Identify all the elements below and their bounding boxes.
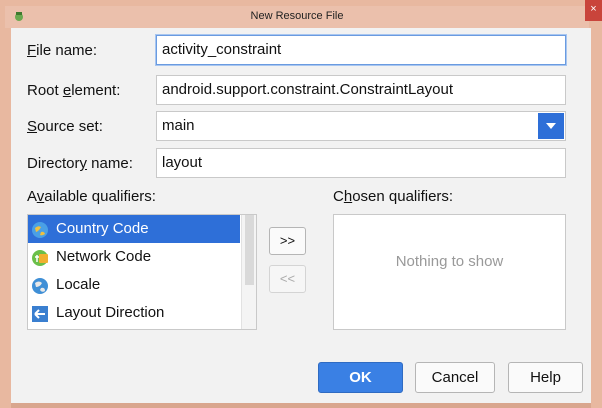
available-qualifiers-list[interactable]: Country Code Network Code Locale Layout … (27, 214, 257, 330)
list-item-locale[interactable]: Locale (28, 271, 240, 299)
root-element-label: Root element: (27, 82, 121, 99)
close-button[interactable]: × (585, 0, 602, 21)
directory-name-input[interactable]: layout (156, 148, 566, 178)
qualifiers-scrollbar[interactable] (241, 215, 256, 329)
scrollbar-thumb[interactable] (245, 215, 254, 285)
ok-button[interactable]: OK (318, 362, 403, 393)
source-set-value: main (162, 117, 195, 134)
help-button[interactable]: Help (508, 362, 583, 393)
dialog-bottom-border (11, 403, 591, 408)
source-set-dropdown[interactable]: main (156, 111, 566, 141)
source-set-label: Source set: (27, 118, 103, 135)
file-name-input[interactable]: activity_constraint (156, 35, 566, 65)
file-name-label: File name: (27, 42, 98, 59)
layout-direction-icon (32, 306, 48, 322)
dropdown-arrow-icon[interactable] (538, 113, 564, 139)
list-item-label: Network Code (56, 248, 152, 265)
dialog-body: File name: activity_constraint Root elem… (11, 28, 591, 403)
remove-qualifier-button[interactable]: << (269, 265, 306, 293)
list-item-label: Layout Direction (56, 304, 165, 321)
country-code-icon (32, 222, 48, 238)
list-item-layout-direction[interactable]: Layout Direction (28, 299, 240, 327)
directory-name-label: Directory name: (27, 155, 133, 172)
network-code-icon (32, 250, 48, 266)
add-qualifier-button[interactable]: >> (269, 227, 306, 255)
available-qualifiers-label: Available qualifiers: (27, 188, 156, 205)
list-item-label: Locale (56, 276, 101, 293)
chosen-qualifiers-label: Chosen qualifiers: (333, 188, 454, 205)
locale-icon (32, 278, 48, 294)
cancel-button[interactable]: Cancel (415, 362, 495, 393)
title-bar[interactable]: New Resource File (5, 6, 589, 28)
root-element-input[interactable]: android.support.constraint.ConstraintLay… (156, 75, 566, 105)
list-item-label: Country Code (56, 220, 149, 237)
list-item-network-code[interactable]: Network Code (28, 243, 240, 271)
window-title: New Resource File (250, 10, 344, 22)
chosen-qualifiers-list[interactable]: Nothing to show (333, 214, 566, 330)
empty-state-text: Nothing to show (395, 253, 504, 270)
list-item-country-code[interactable]: Country Code (28, 215, 240, 243)
